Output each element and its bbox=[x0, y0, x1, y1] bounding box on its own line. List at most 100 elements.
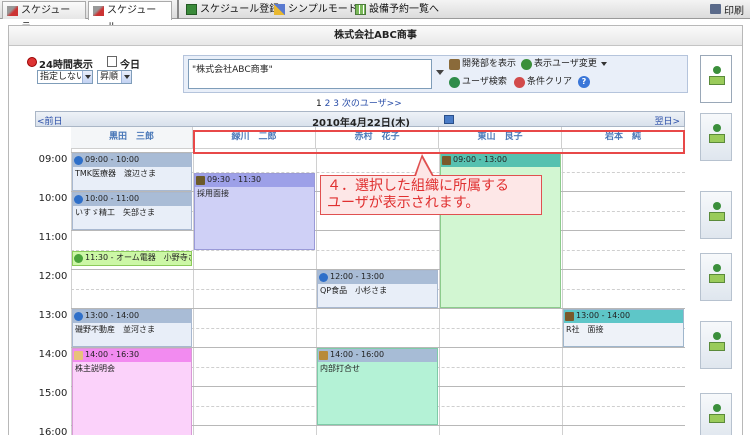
annotation-callout: ４．選択した組織に所属する ユーザが表示されます。 bbox=[320, 175, 542, 215]
show-department-button[interactable]: 開発部を表示 bbox=[449, 59, 516, 70]
equipment-list-link[interactable]: 設備予約一覧へ bbox=[355, 2, 439, 17]
event-time-text: 11:30 - オーム電器 小野寺さま bbox=[85, 252, 192, 262]
change-users-label: 表示ユーザ変更 bbox=[534, 59, 597, 69]
event-time-text: 09:00 - 10:00 bbox=[85, 155, 140, 164]
tools-icon bbox=[7, 6, 18, 16]
view-user-list[interactable] bbox=[700, 393, 732, 435]
page-3-link[interactable]: 3 bbox=[333, 99, 339, 109]
event-time: 09:00 - 10:00 bbox=[73, 154, 191, 167]
event-time-text: 09:00 - 13:00 bbox=[453, 155, 508, 164]
next-day-link[interactable]: 翌日> bbox=[654, 114, 680, 127]
event-type-icon bbox=[196, 175, 205, 185]
simple-mode-label: シンプルモード bbox=[288, 4, 358, 15]
chevron-down-icon bbox=[121, 71, 131, 83]
user-icon bbox=[521, 59, 532, 70]
chevron-down-icon bbox=[82, 71, 92, 83]
view-switcher bbox=[700, 55, 732, 435]
chevron-down-icon[interactable] bbox=[436, 70, 444, 75]
company-title: 株式会社ABC商事 bbox=[9, 26, 742, 46]
event-time: 11:30 - オーム電器 小野寺さま bbox=[73, 252, 191, 265]
event-time: 13:00 - 14:00 bbox=[564, 310, 683, 323]
clock-icon bbox=[27, 57, 37, 67]
event-time: 10:00 - 11:00 bbox=[73, 193, 191, 206]
event-time-text: 09:30 - 11:30 bbox=[207, 174, 262, 184]
event-type-icon bbox=[74, 195, 83, 204]
event-time-text: 13:00 - 14:00 bbox=[576, 311, 631, 320]
user-column-header[interactable]: 黒田 三郎 bbox=[71, 127, 193, 149]
next-users-link[interactable]: 次のユーザ>> bbox=[342, 99, 402, 109]
top-toolbar: スケジューラ スケジュール スケジュール登録 シンプルモード 設備予約一覧へ 印… bbox=[0, 0, 750, 33]
schedule-event[interactable]: 14:00 - 16:30 株主説明会 bbox=[72, 348, 192, 435]
view-user-week[interactable] bbox=[700, 113, 732, 161]
schedule-event[interactable]: 12:00 - 13:00 QP食品 小杉さま bbox=[317, 270, 438, 308]
event-time: 14:00 - 16:30 bbox=[73, 349, 191, 362]
time-label: 16:00 bbox=[38, 427, 68, 435]
group-icon bbox=[449, 59, 460, 70]
sort-order-select[interactable]: 昇順 bbox=[97, 70, 132, 84]
user-list-icon bbox=[709, 404, 725, 424]
user-pager: 1 2 3 次のユーザ>> bbox=[316, 96, 402, 109]
toolbar-divider bbox=[177, 0, 179, 19]
sort-key-select[interactable]: 指定しない bbox=[37, 70, 93, 84]
view-user-table[interactable] bbox=[700, 321, 732, 369]
event-time-text: 12:00 - 13:00 bbox=[330, 272, 385, 281]
schedule-event[interactable]: 10:00 - 11:00 いすゞ精工 矢部さま bbox=[72, 192, 192, 230]
user-table-icon bbox=[709, 332, 725, 352]
today-button[interactable]: 今日 bbox=[107, 56, 140, 71]
print-button[interactable]: 印刷 bbox=[710, 2, 744, 17]
calendar-add-icon bbox=[186, 4, 197, 15]
time-label: 09:00 bbox=[38, 154, 68, 165]
event-title: 磯野不動産 並河さま bbox=[75, 325, 155, 334]
event-title: TMK医療器 渡辺さま bbox=[75, 169, 157, 178]
calendar-picker-icon[interactable] bbox=[444, 115, 454, 124]
clear-conditions-label: 条件クリア bbox=[527, 77, 573, 87]
time-label: 14:00 bbox=[38, 349, 68, 360]
event-time: 13:00 - 14:00 bbox=[73, 310, 191, 323]
event-title: 採用面接 bbox=[197, 188, 229, 198]
schedule-event[interactable]: 09:30 - 11:30 採用面接 bbox=[194, 172, 315, 250]
event-time: 09:30 - 11:30 bbox=[195, 173, 314, 187]
user-search-label: ユーザ検索 bbox=[462, 77, 507, 87]
user-search-button[interactable]: ユーザ検索 bbox=[449, 77, 507, 88]
schedule-event[interactable]: 11:30 - オーム電器 小野寺さま bbox=[72, 250, 192, 267]
schedule-register-label: スケジュール登録 bbox=[200, 4, 280, 15]
grid-icon bbox=[355, 4, 366, 15]
callout-text: ４．選択した組織に所属する ユーザが表示されます。 bbox=[327, 178, 509, 211]
search-icon bbox=[449, 77, 460, 88]
time-label: 13:00 bbox=[38, 310, 68, 321]
prev-day-link[interactable]: <前日 bbox=[37, 114, 63, 127]
tab-schedule[interactable]: スケジュール bbox=[88, 1, 172, 33]
schedule-event[interactable]: 13:00 - 14:00 磯野不動産 並河さま bbox=[72, 309, 192, 347]
view-user-month[interactable] bbox=[700, 253, 732, 301]
schedule-event[interactable]: 14:00 - 16:00 内部打合せ bbox=[317, 348, 438, 425]
user-condition-input[interactable]: "株式会社ABC商事" bbox=[188, 59, 432, 89]
equipment-list-label: 設備予約一覧へ bbox=[369, 4, 439, 15]
calendar-icon bbox=[107, 56, 117, 67]
print-label: 印刷 bbox=[724, 6, 744, 17]
change-users-button[interactable]: 表示ユーザ変更 bbox=[521, 59, 607, 70]
event-time: 09:00 - 13:00 bbox=[441, 154, 560, 167]
clear-conditions-button[interactable]: 条件クリア bbox=[514, 77, 572, 88]
simple-mode-link[interactable]: シンプルモード bbox=[274, 2, 358, 17]
event-time-text: 14:00 - 16:00 bbox=[330, 350, 385, 359]
tab-scheduler[interactable]: スケジューラ bbox=[2, 1, 86, 33]
schedule-event[interactable]: 13:00 - 14:00 R社 面接 bbox=[563, 309, 684, 347]
schedule-event[interactable]: 09:00 - 10:00 TMK医療器 渡辺さま bbox=[72, 153, 192, 191]
page-1: 1 bbox=[316, 99, 322, 109]
event-type-icon bbox=[74, 253, 83, 263]
view-user-group[interactable] bbox=[700, 55, 732, 103]
time-label: 12:00 bbox=[38, 271, 68, 282]
show-24h-toggle[interactable]: 24時間表示 bbox=[27, 56, 93, 71]
schedule-register-link[interactable]: スケジュール登録 bbox=[186, 2, 279, 17]
user-week-icon bbox=[709, 124, 725, 144]
tools-icon bbox=[93, 6, 104, 16]
dropdown-triangle-icon bbox=[600, 61, 607, 66]
time-label: 15:00 bbox=[38, 388, 68, 399]
event-title: R社 面接 bbox=[566, 325, 604, 334]
page-2-link[interactable]: 2 bbox=[325, 99, 331, 109]
pencil-icon bbox=[274, 4, 285, 15]
view-user-day[interactable] bbox=[700, 191, 732, 239]
help-icon[interactable]: ? bbox=[578, 76, 590, 88]
hour-line bbox=[71, 230, 685, 231]
event-type-icon bbox=[74, 156, 83, 165]
